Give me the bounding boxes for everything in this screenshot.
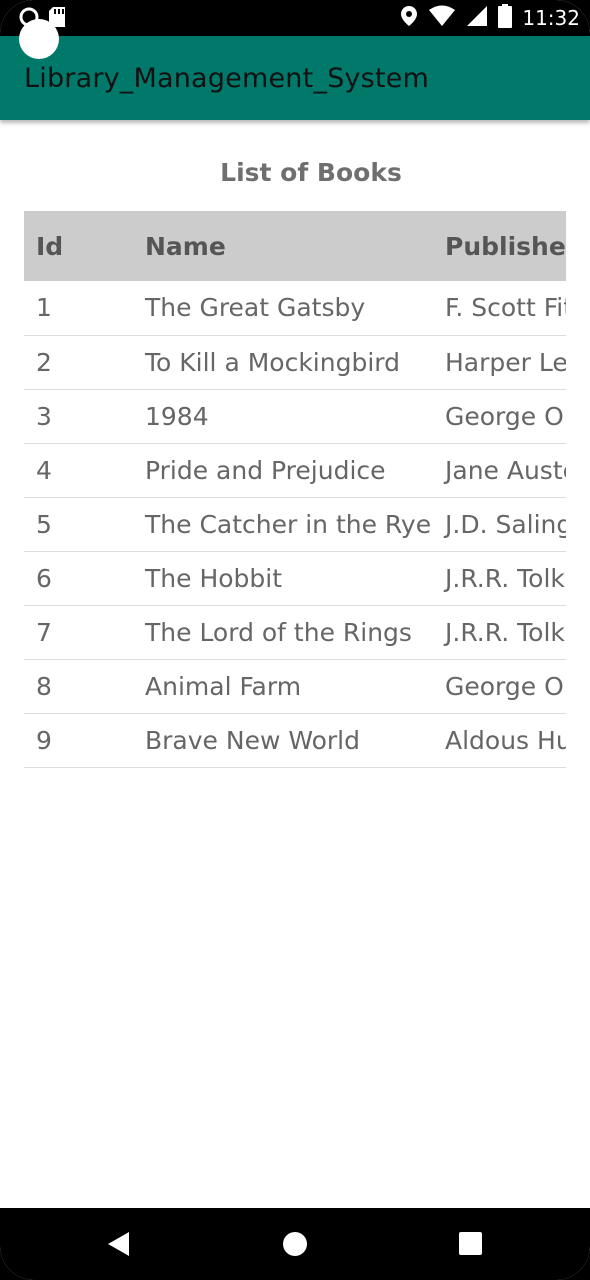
cell-id: 3 xyxy=(36,401,52,431)
cell-name: The Lord of the Rings xyxy=(145,617,412,647)
app-bar: Library_Management_System xyxy=(0,36,590,120)
cell-id: 4 xyxy=(36,455,52,485)
cell-id: 7 xyxy=(36,617,52,647)
table-row: 3 1984 George Orwell xyxy=(24,389,566,443)
signal-icon xyxy=(466,5,488,32)
cell-id: 5 xyxy=(36,509,52,539)
cell-publisher: Jane Austen xyxy=(445,455,566,485)
cell-name: Animal Farm xyxy=(145,671,302,701)
page-title: List of Books xyxy=(220,158,402,187)
cell-publisher: F. Scott Fitzgerald xyxy=(445,293,566,323)
table-row: 2 To Kill a Mockingbird Harper Lee xyxy=(24,335,566,389)
table-row: 7 The Lord of the Rings J.R.R. Tolkien xyxy=(24,605,566,659)
cell-publisher: George Orwell xyxy=(445,671,566,701)
cell-publisher: Aldous Huxley xyxy=(445,725,566,755)
table-row: 5 The Catcher in the Rye J.D. Salinger xyxy=(24,497,566,551)
table-row: 4 Pride and Prejudice Jane Austen xyxy=(24,443,566,497)
cell-id: 1 xyxy=(36,293,52,323)
cell-publisher: J.D. Salinger xyxy=(445,509,566,539)
location-icon xyxy=(400,5,418,32)
table-row: 8 Animal Farm George Orwell xyxy=(24,659,566,713)
cell-name: Pride and Prejudice xyxy=(145,455,386,485)
back-icon[interactable] xyxy=(108,1232,129,1256)
cell-name: 1984 xyxy=(145,401,209,431)
main-content: List of Books Id Name Publisher 1 The Gr… xyxy=(0,120,590,1208)
cell-id: 2 xyxy=(36,347,52,377)
battery-icon xyxy=(498,3,513,33)
table-row: 9 Brave New World Aldous Huxley xyxy=(24,713,566,767)
camera-cutout xyxy=(19,19,59,59)
table-row: 6 The Hobbit J.R.R. Tolkien xyxy=(24,551,566,605)
cell-name: To Kill a Mockingbird xyxy=(145,347,400,377)
cell-name: The Hobbit xyxy=(145,563,283,593)
recents-icon[interactable] xyxy=(459,1232,482,1255)
books-table: Id Name Publisher 1 The Great Gatsby F. … xyxy=(24,211,566,768)
books-table-scroll[interactable]: Id Name Publisher 1 The Great Gatsby F. … xyxy=(24,211,566,768)
cell-name: Brave New World xyxy=(145,725,360,755)
cell-publisher: George Orwell xyxy=(445,401,566,431)
system-nav-bar xyxy=(0,1208,590,1280)
home-icon[interactable] xyxy=(283,1232,307,1256)
cell-name: The Great Gatsby xyxy=(145,293,366,323)
cell-publisher: J.R.R. Tolkien xyxy=(445,563,566,593)
header-id: Id xyxy=(36,231,64,261)
status-time: 11:32 xyxy=(522,6,580,30)
cell-publisher: Harper Lee xyxy=(445,347,566,377)
status-right-icons: 11:32 xyxy=(400,3,580,33)
cell-name: The Catcher in the Rye xyxy=(145,509,432,539)
table-row: 1 The Great Gatsby F. Scott Fitzgerald xyxy=(24,281,566,335)
app-title: Library_Management_System xyxy=(24,63,429,94)
cell-id: 8 xyxy=(36,671,52,701)
header-name: Name xyxy=(145,231,226,261)
wifi-icon xyxy=(428,5,456,32)
cell-publisher: J.R.R. Tolkien xyxy=(445,617,566,647)
table-header-row: Id Name Publisher xyxy=(24,211,566,281)
cell-id: 9 xyxy=(36,725,52,755)
cell-id: 6 xyxy=(36,563,52,593)
header-publisher: Publisher xyxy=(445,231,566,261)
status-bar: 11:32 xyxy=(0,0,590,36)
phone-screen: 11:32 Library_Management_System List of … xyxy=(0,0,590,1280)
